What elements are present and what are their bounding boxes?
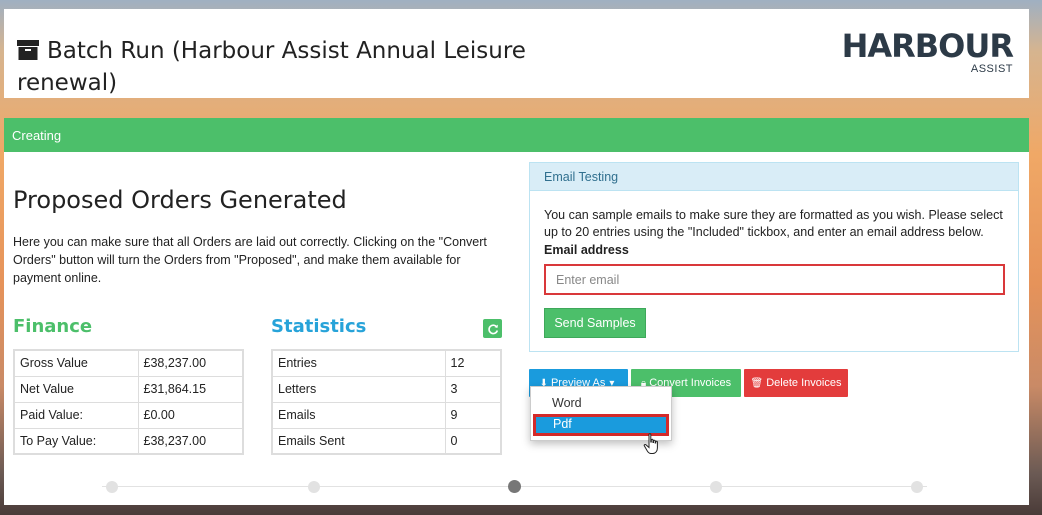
email-testing-heading: Email Testing (530, 163, 1018, 191)
stepper-dot-3-active (508, 480, 521, 493)
statistics-value: 9 (444, 401, 502, 429)
statistics-title: Statistics (271, 316, 367, 337)
table-row: Letters 3 (271, 375, 502, 403)
orders-heading: Proposed Orders Generated (13, 186, 347, 214)
hand-cursor-icon (643, 433, 658, 454)
finance-label: Paid Value: (13, 401, 139, 429)
statistics-table: Entries 12 Letters 3 Emails 9 Emails Sent 0 (271, 349, 502, 455)
menu-item-word[interactable]: Word (533, 393, 669, 415)
finance-value: £38,237.00 (137, 349, 244, 377)
email-testing-description: You can sample emails to make sure they … (544, 208, 1003, 239)
finance-label: Net Value (13, 375, 139, 403)
stepper-dot-2 (308, 481, 320, 493)
finance-value: £31,864.15 (137, 375, 244, 403)
table-row: Paid Value: £0.00 (13, 401, 244, 429)
statistics-label: Letters (271, 375, 446, 403)
delete-invoices-label: Delete Invoices (766, 377, 842, 389)
send-samples-button[interactable]: Send Samples (544, 308, 646, 338)
statistics-label: Emails Sent (271, 427, 446, 455)
table-row: To Pay Value: £38,237.00 (13, 427, 244, 455)
refresh-button[interactable] (483, 319, 502, 338)
table-row: Emails 9 (271, 401, 502, 429)
statistics-label: Entries (271, 349, 446, 377)
finance-label: To Pay Value: (13, 427, 139, 455)
harbour-assist-logo: HARBOUR ASSIST (842, 25, 1014, 81)
stepper-dot-4 (710, 481, 722, 493)
page-title: Batch Run (Harbour Assist Annual Leisure… (17, 35, 537, 99)
finance-value: £0.00 (137, 401, 244, 429)
trash-icon: 🗑︎ (750, 377, 764, 389)
page-title-text: Batch Run (Harbour Assist Annual Leisure… (17, 38, 526, 96)
statistics-label: Emails (271, 401, 446, 429)
refresh-icon (487, 323, 498, 334)
logo-sub: ASSIST (970, 63, 1013, 75)
email-address-label: Email address (544, 243, 629, 257)
statistics-value: 3 (444, 375, 502, 403)
statistics-value: 0 (444, 427, 502, 455)
finance-table: Gross Value £38,237.00 Net Value £31,864.1… (13, 349, 244, 455)
stepper-dot-1 (106, 481, 118, 493)
status-bar: Creating (4, 118, 1029, 152)
statistics-value: 12 (444, 349, 502, 377)
table-row: Entries 12 (271, 349, 502, 377)
table-row: Net Value £31,864.15 (13, 375, 244, 403)
delete-invoices-button[interactable]: 🗑︎ Delete Invoices (744, 369, 848, 397)
email-field[interactable] (544, 264, 1005, 295)
email-testing-panel: Email Testing You can sample emails to m… (529, 162, 1019, 352)
orders-intro: Here you can make sure that all Orders a… (13, 235, 487, 285)
stepper-dot-5 (911, 481, 923, 493)
table-row: Emails Sent 0 (271, 427, 502, 455)
main-card: Creating Proposed Orders Generated Here … (4, 118, 1029, 505)
table-row: Gross Value £38,237.00 (13, 349, 244, 377)
header-card: Batch Run (Harbour Assist Annual Leisure… (4, 9, 1029, 98)
logo-main: HARBOUR (841, 27, 1014, 65)
finance-title: Finance (13, 316, 93, 337)
archive-icon (17, 40, 39, 60)
finance-value: £38,237.00 (137, 427, 244, 455)
finance-label: Gross Value (13, 349, 139, 377)
